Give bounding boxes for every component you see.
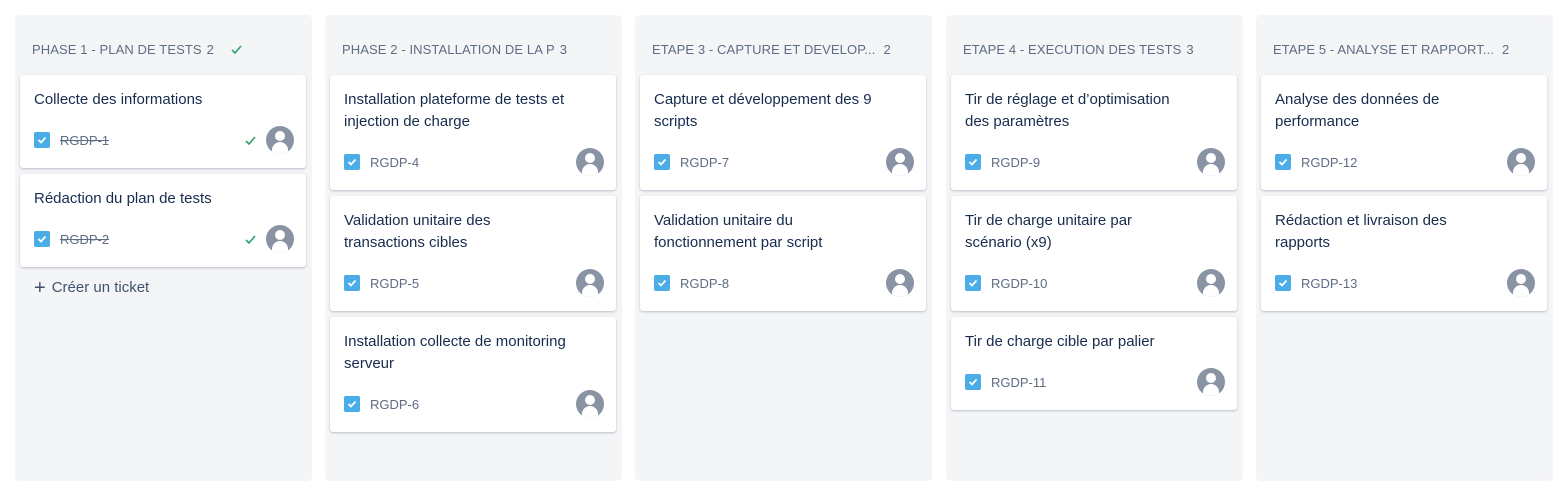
card-title: Tir de charge unitaire par scénario (x9) [965, 212, 1133, 251]
column-etape-4: ETAPE 4 - EXECUTION DES TESTS 3 Tir de r… [946, 15, 1243, 481]
card-title: Validation unitaire du fonctionnement pa… [654, 212, 823, 251]
assignee-avatar[interactable] [266, 225, 294, 253]
task-type-icon [344, 275, 360, 291]
column-header[interactable]: ETAPE 5 - ANALYSE ET RAPPORT... 2 [1273, 42, 1543, 57]
column-title: ETAPE 5 - ANALYSE ET RAPPORT... [1273, 42, 1495, 57]
issue-key[interactable]: RGDP-12 [1301, 155, 1357, 170]
issue-key[interactable]: RGDP-4 [370, 155, 419, 170]
assignee-avatar[interactable] [576, 269, 604, 297]
column-count: 2 [1502, 42, 1510, 57]
column-etape-3: ETAPE 3 - CAPTURE ET DEVELOP... 2 Captur… [635, 15, 932, 481]
column-header[interactable]: ETAPE 4 - EXECUTION DES TESTS 3 [963, 42, 1233, 57]
assignee-avatar[interactable] [1197, 148, 1225, 176]
column-header[interactable]: PHASE 2 - INSTALLATION DE LA P 3 [342, 42, 612, 57]
column-count: 2 [883, 42, 891, 57]
assignee-avatar[interactable] [1197, 269, 1225, 297]
issue-card[interactable]: Tir de réglage et d’optimisation des par… [951, 75, 1237, 190]
column-title: PHASE 1 - PLAN DE TESTS [32, 42, 202, 57]
column-etape-5: ETAPE 5 - ANALYSE ET RAPPORT... 2 Analys… [1256, 15, 1553, 481]
card-title: Rédaction et livraison des rapports [1275, 212, 1447, 251]
issue-key[interactable]: RGDP-13 [1301, 276, 1357, 291]
task-type-icon [34, 132, 50, 148]
task-type-icon [1275, 154, 1291, 170]
column-count: 3 [1186, 42, 1194, 57]
plus-icon: + [34, 276, 46, 299]
assignee-avatar[interactable] [266, 126, 294, 154]
assignee-avatar[interactable] [1197, 368, 1225, 396]
task-type-icon [34, 231, 50, 247]
resolved-check-icon [244, 233, 257, 246]
column-count: 2 [206, 42, 215, 57]
resolved-check-icon [244, 134, 257, 147]
task-type-icon [344, 154, 360, 170]
create-ticket-label: Créer un ticket [51, 279, 150, 296]
assignee-avatar[interactable] [1507, 148, 1535, 176]
column-header[interactable]: ETAPE 3 - CAPTURE ET DEVELOP... 2 [652, 42, 922, 57]
assignee-avatar[interactable] [576, 148, 604, 176]
task-type-icon [1275, 275, 1291, 291]
card-title: Installation plateforme de tests et inje… [344, 91, 565, 130]
column-phase-1: PHASE 1 - PLAN DE TESTS 2 Collecte des i… [15, 15, 312, 481]
column-phase-2: PHASE 2 - INSTALLATION DE LA P 3 Install… [325, 15, 622, 481]
issue-key[interactable]: RGDP-6 [370, 397, 419, 412]
card-title: Tir de réglage et d’optimisation des par… [965, 91, 1170, 130]
assignee-avatar[interactable] [576, 390, 604, 418]
issue-card[interactable]: Capture et développement des 9 scripts R… [640, 75, 926, 190]
task-type-icon [344, 396, 360, 412]
issue-key[interactable]: RGDP-11 [991, 375, 1046, 390]
issue-card[interactable]: Tir de charge cible par palier RGDP-11 [951, 317, 1237, 410]
column-header[interactable]: PHASE 1 - PLAN DE TESTS 2 [32, 42, 302, 57]
card-title: Validation unitaire des transactions cib… [344, 212, 491, 251]
card-title: Capture et développement des 9 scripts [654, 91, 872, 130]
card-title: Collecte des informations [34, 91, 203, 108]
column-title: ETAPE 4 - EXECUTION DES TESTS [963, 42, 1182, 57]
issue-key[interactable]: RGDP-1 [60, 133, 109, 148]
assignee-avatar[interactable] [886, 269, 914, 297]
issue-card[interactable]: Validation unitaire des transactions cib… [330, 196, 616, 311]
task-type-icon [965, 374, 981, 390]
task-type-icon [965, 154, 981, 170]
issue-card[interactable]: Validation unitaire du fonctionnement pa… [640, 196, 926, 311]
create-ticket-button[interactable]: + Créer un ticket [34, 276, 306, 299]
issue-key[interactable]: RGDP-5 [370, 276, 419, 291]
issue-key[interactable]: RGDP-7 [680, 155, 729, 170]
task-type-icon [654, 275, 670, 291]
assignee-avatar[interactable] [1507, 269, 1535, 297]
card-title: Tir de charge cible par palier [965, 333, 1155, 350]
issue-card[interactable]: Rédaction et livraison des rapports RGDP… [1261, 196, 1547, 311]
issue-key[interactable]: RGDP-10 [991, 276, 1047, 291]
card-title: Analyse des données de performance [1275, 91, 1440, 130]
issue-card[interactable]: Installation collecte de monitoring serv… [330, 317, 616, 432]
issue-card[interactable]: Collecte des informations RGDP-1 [20, 75, 306, 168]
column-title: ETAPE 3 - CAPTURE ET DEVELOP... [652, 42, 876, 57]
assignee-avatar[interactable] [886, 148, 914, 176]
issue-card[interactable]: Analyse des données de performance RGDP-… [1261, 75, 1547, 190]
card-title: Installation collecte de monitoring serv… [344, 333, 566, 372]
issue-key[interactable]: RGDP-8 [680, 276, 729, 291]
issue-card[interactable]: Installation plateforme de tests et inje… [330, 75, 616, 190]
issue-card[interactable]: Tir de charge unitaire par scénario (x9)… [951, 196, 1237, 311]
column-count: 3 [559, 42, 568, 57]
task-type-icon [654, 154, 670, 170]
issue-key[interactable]: RGDP-9 [991, 155, 1040, 170]
issue-card[interactable]: Rédaction du plan de tests RGDP-2 [20, 174, 306, 267]
kanban-board: PHASE 1 - PLAN DE TESTS 2 Collecte des i… [0, 0, 1560, 495]
issue-key[interactable]: RGDP-2 [60, 232, 109, 247]
column-title: PHASE 2 - INSTALLATION DE LA P [342, 42, 555, 57]
card-title: Rédaction du plan de tests [34, 190, 212, 207]
task-type-icon [965, 275, 981, 291]
column-done-check-icon [230, 43, 243, 56]
